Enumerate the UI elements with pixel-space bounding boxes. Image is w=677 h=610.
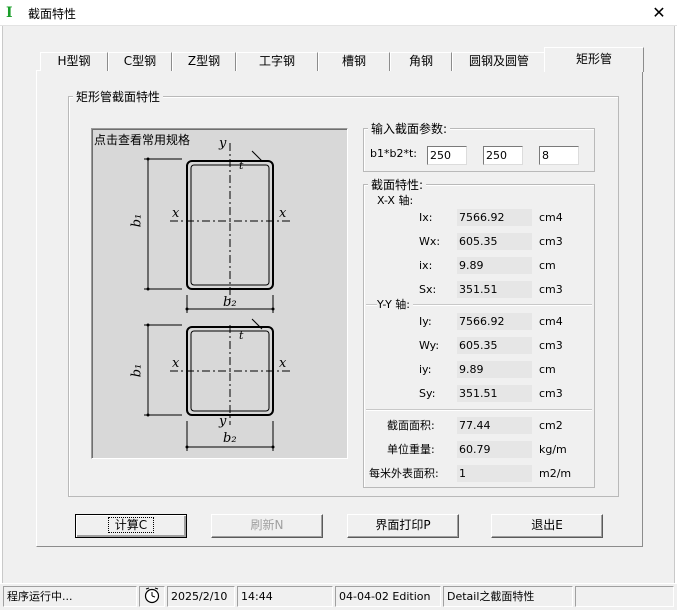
status-date: 2025/2/10 bbox=[167, 586, 235, 607]
diagram-label-x-left-bottom: x bbox=[172, 356, 180, 371]
sx-unit: cm3 bbox=[539, 283, 563, 296]
ix-radius-value: 9.89 bbox=[457, 257, 532, 274]
input-params-label: b1*b2*t: bbox=[370, 147, 417, 160]
iy-radius-unit: cm bbox=[539, 363, 556, 376]
diagram-label-t-bottom: t bbox=[239, 329, 244, 342]
diagram-label-x-left: x bbox=[172, 206, 180, 221]
tab-rect-pipe[interactable]: 矩形管 bbox=[544, 47, 644, 72]
sy-label: Sy: bbox=[419, 387, 436, 400]
ix-radius-label: ix: bbox=[419, 259, 433, 272]
sy-unit: cm3 bbox=[539, 387, 563, 400]
ix-value: 7566.92 bbox=[457, 209, 532, 226]
general-separator bbox=[366, 409, 592, 411]
close-button[interactable]: ✕ bbox=[646, 2, 672, 24]
wx-value: 605.35 bbox=[457, 233, 532, 250]
weight-label: 单位重量: bbox=[387, 443, 435, 456]
status-text: 程序运行中... bbox=[3, 586, 137, 607]
exit-button[interactable]: 退出E bbox=[491, 514, 603, 538]
t-input[interactable]: 8 bbox=[539, 146, 579, 165]
diagram-label-b2-top: b₂ bbox=[223, 295, 237, 310]
status-time: 14:44 bbox=[237, 586, 333, 607]
surface-label: 每米外表面积: bbox=[369, 467, 439, 480]
iy-label: Iy: bbox=[419, 315, 432, 328]
weight-value: 60.79 bbox=[457, 441, 532, 458]
diagram-label-t-top: t bbox=[239, 159, 244, 172]
status-empty bbox=[575, 586, 674, 607]
wy-label: Wy: bbox=[419, 339, 440, 352]
wy-value: 605.35 bbox=[457, 337, 532, 354]
sx-value: 351.51 bbox=[457, 281, 532, 298]
xx-axis-title: X-X 轴: bbox=[377, 194, 414, 207]
diagram-hint: 点击查看常用规格 bbox=[94, 133, 191, 147]
diagram-label-b2-bottom: b₂ bbox=[223, 431, 237, 446]
tab-h-steel[interactable]: H型钢 bbox=[40, 52, 108, 71]
area-value: 77.44 bbox=[457, 417, 532, 434]
sx-label: Sx: bbox=[419, 283, 437, 296]
diagram-label-x-right-bottom: x bbox=[279, 356, 287, 371]
calculate-button[interactable]: 计算C bbox=[75, 514, 187, 538]
wx-label: Wx: bbox=[419, 235, 441, 248]
area-unit: cm2 bbox=[539, 419, 563, 432]
ix-label: Ix: bbox=[419, 211, 433, 224]
refresh-button[interactable]: 刷新N bbox=[211, 514, 323, 538]
surface-value: 1 bbox=[457, 465, 532, 482]
surface-unit: m2/m bbox=[539, 467, 572, 480]
tab-i-beam[interactable]: 工字钢 bbox=[236, 52, 318, 71]
ix-unit: cm4 bbox=[539, 211, 563, 224]
print-button[interactable]: 界面打印P bbox=[347, 514, 459, 538]
window-title: 截面特性 bbox=[28, 7, 77, 21]
diagram-label-y-bottom: y bbox=[219, 414, 227, 429]
wx-unit: cm3 bbox=[539, 235, 563, 248]
sy-value: 351.51 bbox=[457, 385, 532, 402]
tab-angle[interactable]: 角钢 bbox=[390, 52, 452, 71]
clock-icon bbox=[139, 586, 165, 607]
diagram-label-y-top: y bbox=[219, 136, 227, 151]
tab-round-pipe[interactable]: 圆钢及圆管 bbox=[452, 52, 546, 71]
tab-z-steel[interactable]: Z型钢 bbox=[172, 52, 236, 71]
iy-value: 7566.92 bbox=[457, 313, 532, 330]
wy-unit: cm3 bbox=[539, 339, 563, 352]
status-detail: Detail之截面特性 bbox=[443, 586, 573, 607]
iy-radius-value: 9.89 bbox=[457, 361, 532, 378]
iy-unit: cm4 bbox=[539, 315, 563, 328]
tab-c-steel[interactable]: C型钢 bbox=[108, 52, 172, 71]
area-label: 截面面积: bbox=[387, 419, 435, 432]
section-props-title: 截面特性: bbox=[368, 178, 427, 192]
iy-radius-label: iy: bbox=[419, 363, 432, 376]
status-edition: 04-04-02 Edition bbox=[335, 586, 441, 607]
diagram-label-b1-bottom: b₁ bbox=[129, 363, 145, 378]
title-bar bbox=[0, 0, 677, 26]
ix-radius-unit: cm bbox=[539, 259, 556, 272]
section-diagram[interactable]: 点击查看常用规格 y x x t b₁ b₂ b₁ x x t y b₂ bbox=[91, 128, 348, 459]
dialog-left-edge bbox=[0, 26, 3, 583]
diagram-label-b1-top: b₁ bbox=[129, 213, 145, 228]
section-group-title: 矩形管截面特性 bbox=[73, 90, 164, 104]
tab-channel[interactable]: 槽钢 bbox=[318, 52, 390, 71]
app-icon: I bbox=[6, 5, 13, 21]
yy-axis-title: Y-Y 轴: bbox=[377, 298, 413, 312]
weight-unit: kg/m bbox=[539, 443, 567, 456]
rect-tube-drawing bbox=[144, 143, 292, 451]
b2-input[interactable]: 250 bbox=[483, 146, 523, 165]
diagram-label-x-right: x bbox=[279, 206, 287, 221]
input-params-title: 输入截面参数: bbox=[368, 122, 451, 136]
b1-input[interactable]: 250 bbox=[427, 146, 467, 165]
clock-icon-graphic bbox=[144, 587, 160, 604]
calculate-button-label: 计算C bbox=[107, 517, 155, 533]
